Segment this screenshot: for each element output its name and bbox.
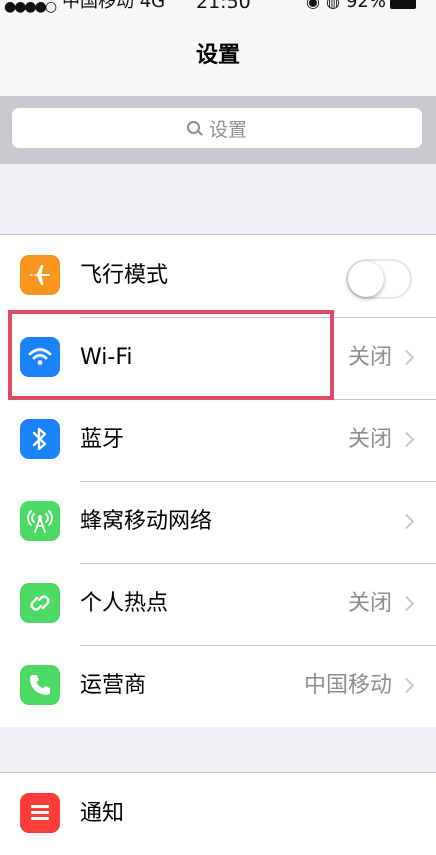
search-input[interactable]: 设置: [12, 108, 422, 148]
notifications-icon: [20, 793, 60, 833]
phone-icon: [20, 665, 60, 705]
settings-group-notifications: 通知: [0, 772, 436, 855]
notifications-label: 通知: [80, 801, 125, 826]
hotspot-status: 关闭: [347, 591, 392, 616]
rotation-lock-icon: ◉: [306, 0, 320, 11]
search-placeholder: 设置: [208, 118, 247, 141]
carrier-value: 中国移动: [303, 673, 392, 698]
airplane-mode-label: 飞行模式: [80, 263, 169, 288]
chevron-right-icon: [398, 595, 415, 612]
location-icon: ◍: [325, 0, 340, 11]
search-icon: [186, 121, 201, 135]
network-type: 4G: [139, 0, 166, 12]
toggle-knob: [348, 261, 384, 297]
navigation-bar: 设置: [0, 20, 436, 96]
cellular-icon: [20, 501, 60, 541]
chevron-right-icon: [398, 431, 415, 448]
settings-row-cellular[interactable]: 蜂窝移动网络: [0, 481, 436, 563]
status-time: 21:50: [196, 0, 251, 13]
battery-icon: [389, 0, 416, 9]
bluetooth-status: 关闭: [347, 427, 392, 452]
chevron-right-icon: [398, 677, 415, 694]
status-bar: ●●●●○ 中国移动 4G 21:50 ◉ ◍ 92%: [0, 0, 436, 20]
bluetooth-icon: [20, 419, 60, 459]
settings-row-bluetooth[interactable]: 蓝牙 关闭: [0, 399, 436, 481]
airplane-mode-toggle[interactable]: [346, 259, 412, 299]
airplane-icon: [20, 255, 60, 295]
search-area: 设置: [0, 96, 436, 164]
cellular-label: 蜂窝移动网络: [80, 509, 213, 534]
settings-row-airplane-mode: 飞行模式: [0, 235, 436, 317]
chevron-right-icon: [398, 513, 415, 530]
wifi-highlight-box: [8, 310, 334, 400]
status-right: ◉ ◍ 92%: [306, 0, 416, 13]
hotspot-icon: [20, 583, 60, 623]
bluetooth-label: 蓝牙: [80, 427, 125, 452]
signal-strength: ●●●●○: [4, 0, 57, 15]
status-carrier: 中国移动 4G: [62, 0, 165, 13]
page-title: 设置: [195, 43, 240, 68]
chevron-right-icon: [398, 349, 415, 366]
carrier-label: 运营商: [80, 673, 147, 698]
wifi-status: 关闭: [347, 345, 392, 370]
settings-row-notifications[interactable]: 通知: [0, 773, 436, 855]
settings-row-hotspot[interactable]: 个人热点 关闭: [0, 563, 436, 645]
hotspot-label: 个人热点: [80, 591, 169, 616]
battery-percent: 92%: [345, 0, 386, 12]
settings-group-connectivity: 飞行模式 Wi-Fi 关闭 蓝牙 关闭 蜂窝移动网络 个人热点 关闭 运营商 中…: [0, 234, 436, 727]
settings-row-carrier[interactable]: 运营商 中国移动: [0, 645, 436, 727]
